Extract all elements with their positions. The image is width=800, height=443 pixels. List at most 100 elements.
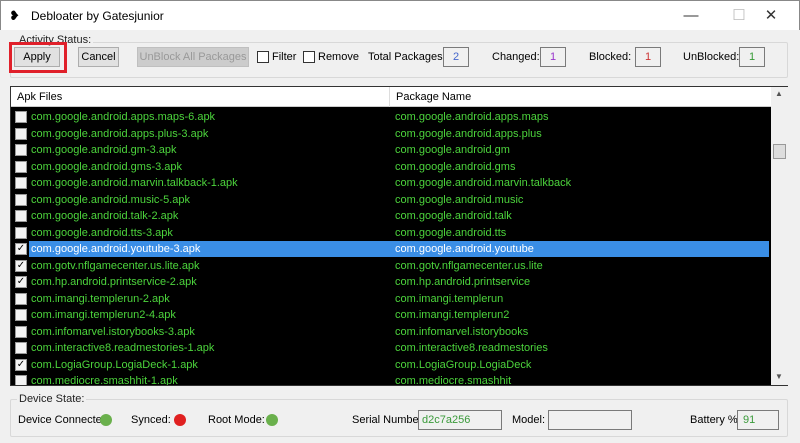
filter-label: Filter: [272, 51, 297, 63]
package-name-cell: com.interactive8.readmestories: [395, 342, 548, 354]
list-row[interactable]: com.google.android.talk-2.apk com.google.…: [11, 208, 771, 225]
row-checkbox[interactable]: [15, 111, 27, 123]
apk-file-cell: com.google.android.gms-3.apk: [31, 160, 183, 173]
row-checkbox[interactable]: [15, 375, 27, 385]
apply-button[interactable]: Apply: [14, 47, 60, 67]
unblocked-label: UnBlocked:: [683, 51, 740, 63]
package-name-cell: com.LogiaGroup.LogiaDeck: [395, 358, 532, 371]
package-name-cell: com.google.android.gm: [395, 144, 510, 156]
row-checkbox[interactable]: [15, 325, 27, 338]
column-divider[interactable]: [389, 87, 390, 107]
list-row[interactable]: com.interactive8.readmestories-1.apk com.…: [11, 340, 771, 357]
synced-indicator: [174, 414, 186, 426]
package-name-cell: com.hp.android.printservice: [395, 276, 531, 288]
apk-file-cell: com.hp.android.printservice-2.apk: [31, 276, 197, 288]
list-row[interactable]: com.google.android.music-5.apk com.google…: [11, 192, 771, 209]
package-name-cell: com.google.android.apps.maps: [395, 111, 549, 123]
title-bar: ❥ Debloater by Gatesjunior — ☐ ✕: [0, 0, 800, 30]
apk-file-cell: com.google.android.apps.plus-3.apk: [31, 127, 209, 140]
row-checkbox[interactable]: [15, 292, 27, 305]
row-checkbox[interactable]: ✓: [15, 243, 27, 255]
changed-label: Changed:: [492, 51, 540, 63]
scroll-up-arrow-icon[interactable]: ▲: [775, 89, 783, 98]
apk-file-cell: com.imangi.templerun-2.apk: [31, 292, 170, 305]
apk-file-cell: com.LogiaGroup.LogiaDeck-1.apk: [31, 358, 198, 371]
apk-file-cell: com.gotv.nflgamecenter.us.lite.apk: [31, 259, 200, 272]
row-checkbox[interactable]: ✓: [15, 259, 27, 272]
row-checkbox[interactable]: [15, 342, 27, 354]
list-row[interactable]: com.google.android.tts-3.apk com.google.a…: [11, 225, 771, 242]
package-list[interactable]: Apk Files Package Name com.google.androi…: [10, 86, 788, 386]
list-row[interactable]: com.google.android.apps.maps-6.apk com.go…: [11, 109, 771, 126]
blocked-label: Blocked:: [589, 51, 632, 63]
row-checkbox[interactable]: [15, 127, 27, 140]
apk-file-cell: com.google.android.gm-3.apk: [31, 144, 177, 156]
package-name-cell: com.mediocre.smashhit: [395, 375, 512, 385]
package-name-cell: com.google.android.tts: [395, 226, 507, 239]
row-checkbox[interactable]: ✓: [15, 358, 27, 371]
blocked-value: 1: [635, 47, 661, 67]
list-row[interactable]: com.google.android.gm-3.apk com.google.an…: [11, 142, 771, 159]
list-row[interactable]: com.google.android.apps.plus-3.apk com.go…: [11, 126, 771, 143]
apk-file-cell: com.google.android.talk-2.apk: [31, 210, 179, 222]
list-row[interactable]: com.mediocre.smashhit-1.apk com.mediocre.…: [11, 373, 771, 385]
row-checkbox[interactable]: [15, 144, 27, 156]
list-row[interactable]: ✓ com.hp.android.printservice-2.apk com.hp…: [11, 274, 771, 291]
list-rows: com.google.android.apps.maps-6.apk com.go…: [11, 109, 771, 385]
apk-file-cell: com.interactive8.readmestories-1.apk: [31, 342, 215, 354]
row-checkbox[interactable]: [15, 226, 27, 239]
remove-checkbox[interactable]: [303, 51, 315, 63]
column-header-apk-files[interactable]: Apk Files: [17, 91, 62, 103]
changed-value: 1: [540, 47, 566, 67]
row-checkbox[interactable]: [15, 210, 27, 222]
list-row[interactable]: ✓ com.google.android.youtube-3.apk com.goo…: [11, 241, 771, 258]
apk-file-cell: com.google.android.apps.maps-6.apk: [31, 111, 216, 123]
device-state-legend: Device State:: [17, 393, 87, 405]
model-label: Model:: [512, 414, 546, 426]
package-name-cell: com.google.android.talk: [395, 210, 512, 222]
package-name-cell: com.imangi.templerun: [395, 292, 504, 305]
total-packages-value: 2: [443, 47, 469, 67]
row-checkbox[interactable]: [15, 160, 27, 173]
row-checkbox[interactable]: [15, 193, 27, 206]
list-row[interactable]: com.google.android.marvin.talkback-1.apk…: [11, 175, 771, 192]
window-title: Debloater by Gatesjunior: [31, 9, 164, 23]
package-name-cell: com.google.android.gms: [395, 160, 516, 173]
scroll-down-arrow-icon[interactable]: ▼: [775, 372, 783, 381]
vertical-scrollbar[interactable]: ▲ ▼: [771, 87, 788, 385]
package-name-cell: com.google.android.youtube: [395, 243, 534, 255]
model-field: [548, 410, 632, 430]
package-name-cell: com.google.android.marvin.talkback: [395, 177, 572, 189]
scroll-thumb[interactable]: [773, 144, 786, 159]
app-icon: ❥: [9, 8, 20, 23]
row-checkbox[interactable]: [15, 177, 27, 189]
cancel-button[interactable]: Cancel: [78, 47, 119, 67]
row-checkbox[interactable]: ✓: [15, 276, 27, 288]
apk-file-cell: com.imangi.templerun2-4.apk: [31, 309, 176, 321]
remove-label: Remove: [318, 51, 359, 63]
unblock-all-button[interactable]: UnBlock All Packages: [137, 47, 249, 67]
device-connected-label: Device Connected:: [18, 414, 111, 426]
apk-file-cell: com.infomarvel.istorybooks-3.apk: [31, 325, 195, 338]
minimize-button[interactable]: —: [676, 5, 706, 27]
list-row[interactable]: com.imangi.templerun2-4.apk com.imangi.te…: [11, 307, 771, 324]
serial-number-field: d2c7a256: [418, 410, 502, 430]
total-packages-label: Total Packages:: [368, 51, 446, 63]
close-button[interactable]: ✕: [756, 5, 786, 27]
apk-file-cell: com.google.android.youtube-3.apk: [31, 243, 201, 255]
list-row[interactable]: ✓ com.LogiaGroup.LogiaDeck-1.apk com.Logia…: [11, 357, 771, 374]
apk-file-cell: com.mediocre.smashhit-1.apk: [31, 375, 178, 385]
serial-number-label: Serial Number:: [352, 414, 426, 426]
list-row[interactable]: com.infomarvel.istorybooks-3.apk com.info…: [11, 324, 771, 341]
maximize-button[interactable]: ☐: [724, 5, 754, 27]
list-row[interactable]: com.google.android.gms-3.apk com.google.a…: [11, 159, 771, 176]
column-header-package-name[interactable]: Package Name: [396, 91, 471, 103]
filter-checkbox[interactable]: [257, 51, 269, 63]
package-name-cell: com.google.android.apps.plus: [395, 127, 542, 140]
list-row[interactable]: com.imangi.templerun-2.apk com.imangi.tem…: [11, 291, 771, 308]
synced-label: Synced:: [131, 414, 171, 426]
package-name-cell: com.infomarvel.istorybooks: [395, 325, 529, 338]
apk-file-cell: com.google.android.tts-3.apk: [31, 226, 173, 239]
row-checkbox[interactable]: [15, 309, 27, 321]
list-row[interactable]: ✓ com.gotv.nflgamecenter.us.lite.apk com.g…: [11, 258, 771, 275]
